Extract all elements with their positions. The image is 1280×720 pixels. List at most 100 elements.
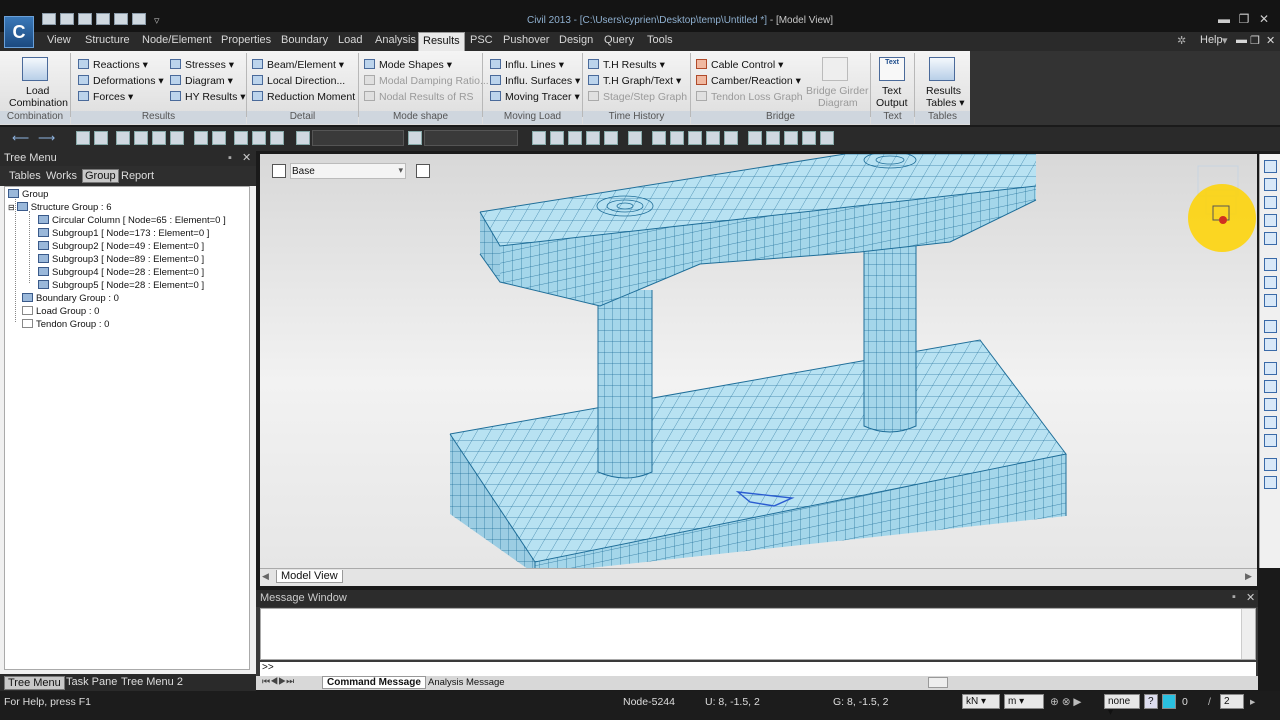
select-icon[interactable] <box>76 131 90 145</box>
tab-group[interactable]: Group <box>82 169 119 183</box>
tree-node-subgroup1[interactable]: Subgroup1 [ Node=173 : Element=0 ] <box>38 228 209 240</box>
th-graph-text-button[interactable]: T.H Graph/Text ▾ <box>588 75 681 87</box>
dynamic-zoom-icon[interactable] <box>1264 258 1277 271</box>
message-close-icon[interactable]: ✕ <box>1246 591 1255 604</box>
snap-icon[interactable] <box>408 131 422 145</box>
lock-icon[interactable] <box>820 131 834 145</box>
view-iso-icon[interactable] <box>1264 320 1277 333</box>
hy-results-button[interactable]: HY Results ▾ <box>170 91 246 103</box>
render-icon[interactable] <box>706 131 720 145</box>
help-dropdown-icon[interactable]: ▾ <box>1222 34 1228 47</box>
tree-close-icon[interactable]: ✕ <box>242 151 251 164</box>
tree-node-subgroup5[interactable]: Subgroup5 [ Node=28 : Element=0 ] <box>38 280 204 292</box>
perspective-icon[interactable] <box>688 131 702 145</box>
minimize-icon[interactable]: ▬ <box>1215 12 1233 26</box>
cable-control-button[interactable]: Cable Control ▾ <box>696 59 783 71</box>
tree-node-subgroup2[interactable]: Subgroup2 [ Node=49 : Element=0 ] <box>38 241 204 253</box>
restore-icon[interactable]: ❐ <box>1235 12 1253 26</box>
text-output-label-2[interactable]: Output <box>876 97 908 109</box>
tree-node-tendon-group[interactable]: Tendon Group : 0 <box>22 319 109 331</box>
tree-node-subgroup4[interactable]: Subgroup4 [ Node=28 : Element=0 ] <box>38 267 204 279</box>
influ-lines-button[interactable]: Influ. Lines ▾ <box>490 59 564 71</box>
activate-icon[interactable] <box>784 131 798 145</box>
message-hscroll-thumb[interactable] <box>928 677 948 688</box>
camber-reaction-button[interactable]: Camber/Reaction ▾ <box>696 75 801 87</box>
deformations-button[interactable]: Deformations ▾ <box>78 75 164 87</box>
select-polygon-icon[interactable] <box>116 131 130 145</box>
bridge-girder-label-1[interactable]: Bridge Girder <box>806 85 868 97</box>
model-view-canvas[interactable]: Base ▾ <box>260 154 1257 568</box>
text-output-label-1[interactable]: Text <box>882 85 901 97</box>
influ-surfaces-button[interactable]: Influ. Surfaces ▾ <box>490 75 580 87</box>
print-icon[interactable] <box>114 13 128 25</box>
stresses-button[interactable]: Stresses ▾ <box>170 59 234 71</box>
select-filter-dropdown[interactable] <box>312 130 404 146</box>
view-angle-icon[interactable] <box>1264 434 1277 447</box>
doc-minimize-icon[interactable]: ▬ <box>1236 34 1247 46</box>
results-tables-label-2[interactable]: Tables ▾ <box>926 97 965 109</box>
close-icon[interactable]: ✕ <box>1255 12 1273 26</box>
snap-filter-dropdown[interactable] <box>424 130 518 146</box>
view-right-icon[interactable] <box>1264 398 1277 411</box>
tab-pushover[interactable]: Pushover <box>503 34 549 46</box>
tree-node-boundary-group[interactable]: Boundary Group : 0 <box>22 293 119 305</box>
node-number-icon[interactable] <box>748 131 762 145</box>
save-icon[interactable] <box>78 13 92 25</box>
undo-icon[interactable]: ⟵ <box>12 131 29 145</box>
tree-node-subgroup3[interactable]: Subgroup3 [ Node=89 : Element=0 ] <box>38 254 204 266</box>
collapse-icon[interactable]: ⊟ <box>8 203 15 212</box>
zoom-window-side-icon[interactable] <box>1264 178 1277 191</box>
first-page-icon[interactable]: ⏮◀▶⏭ <box>262 676 294 687</box>
force-unit-select[interactable]: kN ▾ <box>962 694 1000 709</box>
tab-boundary[interactable]: Boundary <box>281 34 328 46</box>
tree-node-load-group[interactable]: Load Group : 0 <box>22 306 99 318</box>
tab-tools[interactable]: Tools <box>647 34 673 46</box>
pointer-icon[interactable] <box>296 131 310 145</box>
rotate-icon[interactable] <box>1264 276 1277 289</box>
tab-model-view[interactable]: Model View <box>276 570 343 583</box>
scroll-left-icon[interactable]: ◀ <box>262 571 269 582</box>
zoom-fit-icon[interactable] <box>550 131 564 145</box>
tree-node-group[interactable]: Group <box>8 189 48 201</box>
zoom-window-icon[interactable] <box>532 131 546 145</box>
doc-close-icon[interactable]: ✕ <box>1266 34 1275 47</box>
tab-load[interactable]: Load <box>338 34 362 46</box>
select-all-icon[interactable] <box>212 131 226 145</box>
view-back-icon[interactable] <box>1264 416 1277 429</box>
modal-damping-ratio-button[interactable]: Modal Damping Ratio... <box>364 75 489 87</box>
page-number-input[interactable]: 2 <box>1220 694 1244 709</box>
display-filter-select[interactable]: none ▾ <box>1104 694 1140 718</box>
app-logo[interactable]: C <box>4 16 34 48</box>
th-results-button[interactable]: T.H Results ▾ <box>588 59 665 71</box>
tab-view[interactable]: View <box>47 34 71 46</box>
animate-icon[interactable] <box>604 131 618 145</box>
tab-tables[interactable]: Tables <box>9 170 41 182</box>
redraw-icon[interactable] <box>1264 458 1277 471</box>
diagram-button[interactable]: Diagram ▾ <box>170 75 233 87</box>
message-pin-icon[interactable]: ▪ <box>1232 591 1236 603</box>
tab-analysis[interactable]: Analysis <box>375 34 416 46</box>
forces-button[interactable]: Forces ▾ <box>78 91 133 103</box>
load-combination-label-2[interactable]: Combination <box>9 97 68 109</box>
new-file-icon[interactable] <box>42 13 56 25</box>
select-volume-icon[interactable] <box>170 131 184 145</box>
reactions-button[interactable]: Reactions ▾ <box>78 59 148 71</box>
left-column[interactable] <box>597 290 653 479</box>
hidden-icon[interactable] <box>652 131 666 145</box>
inactivate-icon[interactable] <box>802 131 816 145</box>
beam-element-button[interactable]: Beam/Element ▾ <box>252 59 344 71</box>
print-preview-icon[interactable] <box>132 13 146 25</box>
unselect-window-icon[interactable] <box>252 131 266 145</box>
tree-node-circular-column[interactable]: Circular Column [ Node=65 : Element=0 ] <box>38 215 226 227</box>
view-front-icon[interactable] <box>1264 362 1277 375</box>
tab-command-message[interactable]: Command Message <box>322 676 426 689</box>
tab-tree-menu-2[interactable]: Tree Menu 2 <box>121 676 183 688</box>
tab-query[interactable]: Query <box>604 34 634 46</box>
shade-icon[interactable] <box>724 131 738 145</box>
initial-view-icon[interactable] <box>1264 476 1277 489</box>
scroll-right-icon[interactable]: ▶ <box>1245 571 1252 582</box>
tab-psc[interactable]: PSC <box>470 34 493 46</box>
pan-side-icon[interactable] <box>1264 294 1277 307</box>
display-icon[interactable] <box>628 131 642 145</box>
open-file-icon[interactable] <box>60 13 74 25</box>
